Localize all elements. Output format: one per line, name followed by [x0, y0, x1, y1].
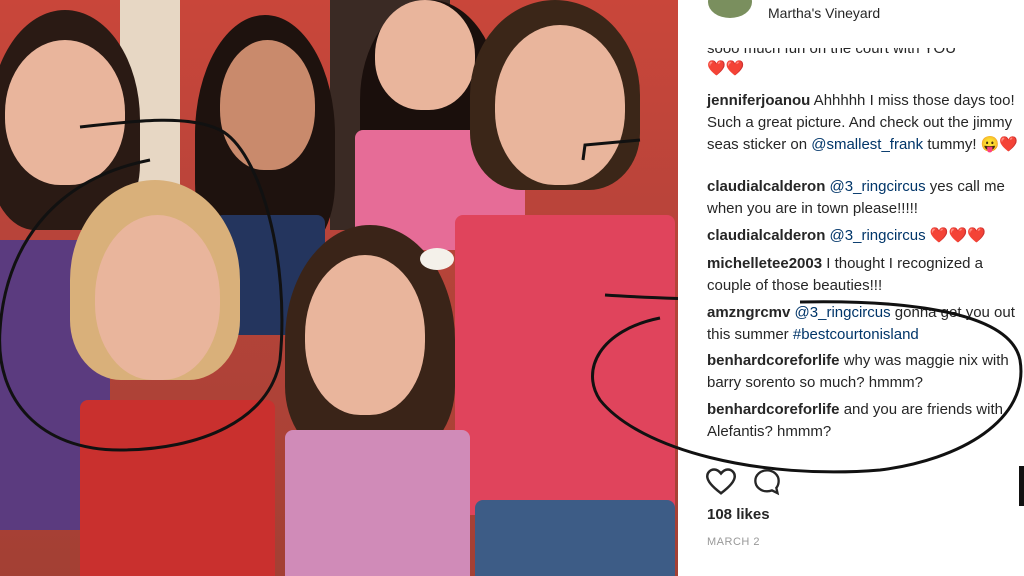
comment-text: tummy! 😛❤️ [923, 136, 1019, 153]
comment-hashtag[interactable]: #bestcourtonisland [793, 326, 919, 343]
comment-2: claudialcalderon @3_ringcircus yes call … [707, 176, 1019, 220]
comment-text: ❤️❤️❤️ [925, 227, 986, 244]
comment-user[interactable]: benhardcoreforlife [707, 352, 840, 369]
comment-mention[interactable]: @3_ringcircus [825, 227, 926, 244]
post-photo[interactable] [0, 0, 678, 576]
comment-user[interactable]: amzngrcmv [707, 304, 790, 321]
comment-mention[interactable]: @3_ringcircus [790, 304, 891, 321]
likes-count[interactable]: 108 likes [707, 506, 770, 523]
comment-user[interactable]: claudialcalderon [707, 178, 825, 195]
comment-mention[interactable]: @smallest_frank [811, 136, 923, 153]
comment-user[interactable]: michelletee2003 [707, 255, 822, 272]
comment-1: jenniferjoanou Ahhhhh I miss those days … [707, 90, 1019, 156]
comment-6: benhardcoreforlife why was maggie nix wi… [707, 350, 1019, 394]
comment-user[interactable]: claudialcalderon [707, 227, 825, 244]
comment-5: amzngrcmv @3_ringcircus gonna get you ou… [707, 302, 1019, 346]
comment-3: claudialcalderon @3_ringcircus ❤️❤️❤️ [707, 225, 1019, 247]
edge-mark [1019, 466, 1024, 506]
location-label[interactable]: Martha's Vineyard [768, 5, 880, 21]
comment-user[interactable]: benhardcoreforlife [707, 401, 840, 418]
hearts-row: ❤️❤️ [707, 60, 745, 77]
comment-user[interactable]: jenniferjoanou [707, 92, 810, 109]
drawn-annotations [0, 118, 678, 452]
comment-4: michelletee2003 I thought I recognized a… [707, 253, 1019, 297]
heart-outline-icon[interactable] [706, 468, 736, 496]
post-date: MARCH 2 [707, 536, 761, 548]
comment-7: benhardcoreforlife and you are friends w… [707, 399, 1019, 443]
comment-bubble-icon[interactable] [752, 468, 782, 496]
comment-mention[interactable]: @3_ringcircus [825, 178, 926, 195]
